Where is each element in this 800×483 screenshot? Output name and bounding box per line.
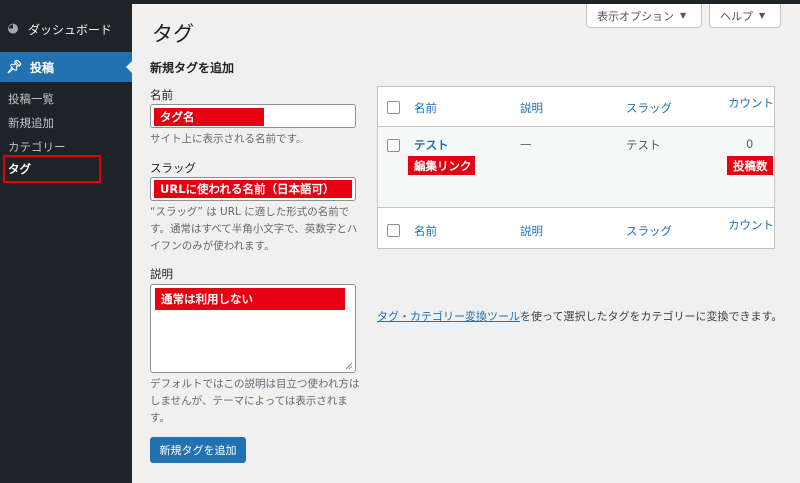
tag-slug: テスト xyxy=(626,138,661,152)
sidebar-item-add-new[interactable]: 新規追加 xyxy=(0,112,132,134)
column-slug[interactable]: スラッグ xyxy=(626,100,672,116)
add-new-tag-button[interactable]: 新規タグを追加 xyxy=(150,437,246,463)
sidebar-item-dashboard[interactable]: ◕ ダッシュボード xyxy=(0,18,132,40)
screen-options-label: 表示オプション xyxy=(597,9,674,23)
column-count[interactable]: カウント xyxy=(728,217,774,233)
name-label: 名前 xyxy=(150,88,173,102)
tag-converter-link[interactable]: タグ・カテゴリー変換ツール xyxy=(377,310,520,323)
sidebar-item-all-posts[interactable]: 投稿一覧 xyxy=(0,88,132,110)
page-title: タグ xyxy=(152,22,194,46)
column-count[interactable]: カウント xyxy=(728,95,774,111)
dashboard-icon: ◕ xyxy=(7,21,19,36)
add-tag-heading: 新規タグを追加 xyxy=(150,61,235,75)
annotation-tag-name: タグ名 xyxy=(154,108,264,126)
column-description[interactable]: 説明 xyxy=(520,100,543,116)
sidebar-item-label: 新規追加 xyxy=(8,116,54,130)
tag-description: — xyxy=(520,137,532,151)
sidebar-item-posts[interactable]: 📌︎ 投稿 xyxy=(0,52,132,82)
caret-down-icon: ▼ xyxy=(759,11,766,20)
description-label: 説明 xyxy=(150,267,173,281)
column-slug[interactable]: スラッグ xyxy=(626,223,672,239)
table-header: 名前 説明 スラッグ カウント xyxy=(378,87,774,127)
current-menu-arrow xyxy=(126,61,132,73)
tag-converter-text: を使って選択したタグをカテゴリーに変換できます。 xyxy=(520,310,783,323)
row-checkbox[interactable] xyxy=(387,139,400,152)
help-label: ヘルプ xyxy=(720,9,753,23)
sidebar-item-label: 投稿一覧 xyxy=(8,92,54,106)
caret-down-icon: ▼ xyxy=(680,11,687,20)
annotation-description: 通常は利用しない xyxy=(155,288,345,310)
description-help: デフォルトではこの説明は目立つ使われ方はしませんが、テーマによっては表示されます… xyxy=(150,378,360,424)
column-description[interactable]: 説明 xyxy=(520,223,543,239)
sidebar-item-label: ダッシュボード xyxy=(28,22,113,37)
select-all-checkbox-footer[interactable] xyxy=(387,224,400,237)
table-footer: 名前 説明 スラッグ カウント xyxy=(378,207,774,248)
column-name[interactable]: 名前 xyxy=(414,223,437,239)
tag-count-link[interactable]: 0 xyxy=(746,137,753,151)
tag-name-link[interactable]: テスト xyxy=(414,137,449,153)
highlight-box xyxy=(3,155,101,183)
slug-description: “スラッグ” は URL に適した形式の名前です。通常はすべて半角小文字で、英数… xyxy=(150,206,358,252)
annotation-slug: URLに使われる名前（日本語可） xyxy=(154,180,352,198)
tags-table: 名前 説明 スラッグ カウント テスト — テスト 0 編集リンク 投稿数 名前… xyxy=(377,86,775,249)
resize-handle-icon[interactable] xyxy=(345,362,353,370)
help-button[interactable]: ヘルプ ▼ xyxy=(709,4,781,28)
slug-label: スラッグ xyxy=(150,161,196,175)
name-description: サイト上に表示される名前です。 xyxy=(150,133,307,145)
sidebar-item-label: カテゴリー xyxy=(8,140,66,154)
sidebar-item-label: 投稿 xyxy=(30,60,55,75)
screen-options-button[interactable]: 表示オプション ▼ xyxy=(586,4,702,28)
annotation-post-count: 投稿数 xyxy=(727,156,773,175)
select-all-checkbox[interactable] xyxy=(387,101,400,114)
tag-converter-note: タグ・カテゴリー変換ツールを使って選択したタグをカテゴリーに変換できます。 xyxy=(377,308,782,324)
annotation-edit-link: 編集リンク xyxy=(408,156,475,175)
table-row: テスト — テスト 0 編集リンク 投稿数 xyxy=(378,127,774,207)
pushpin-icon: 📌︎ xyxy=(6,59,23,75)
admin-sidebar: ◕ ダッシュボード 📌︎ 投稿 投稿一覧 新規追加 カテゴリー タグ xyxy=(0,0,132,483)
column-name[interactable]: 名前 xyxy=(414,100,437,116)
